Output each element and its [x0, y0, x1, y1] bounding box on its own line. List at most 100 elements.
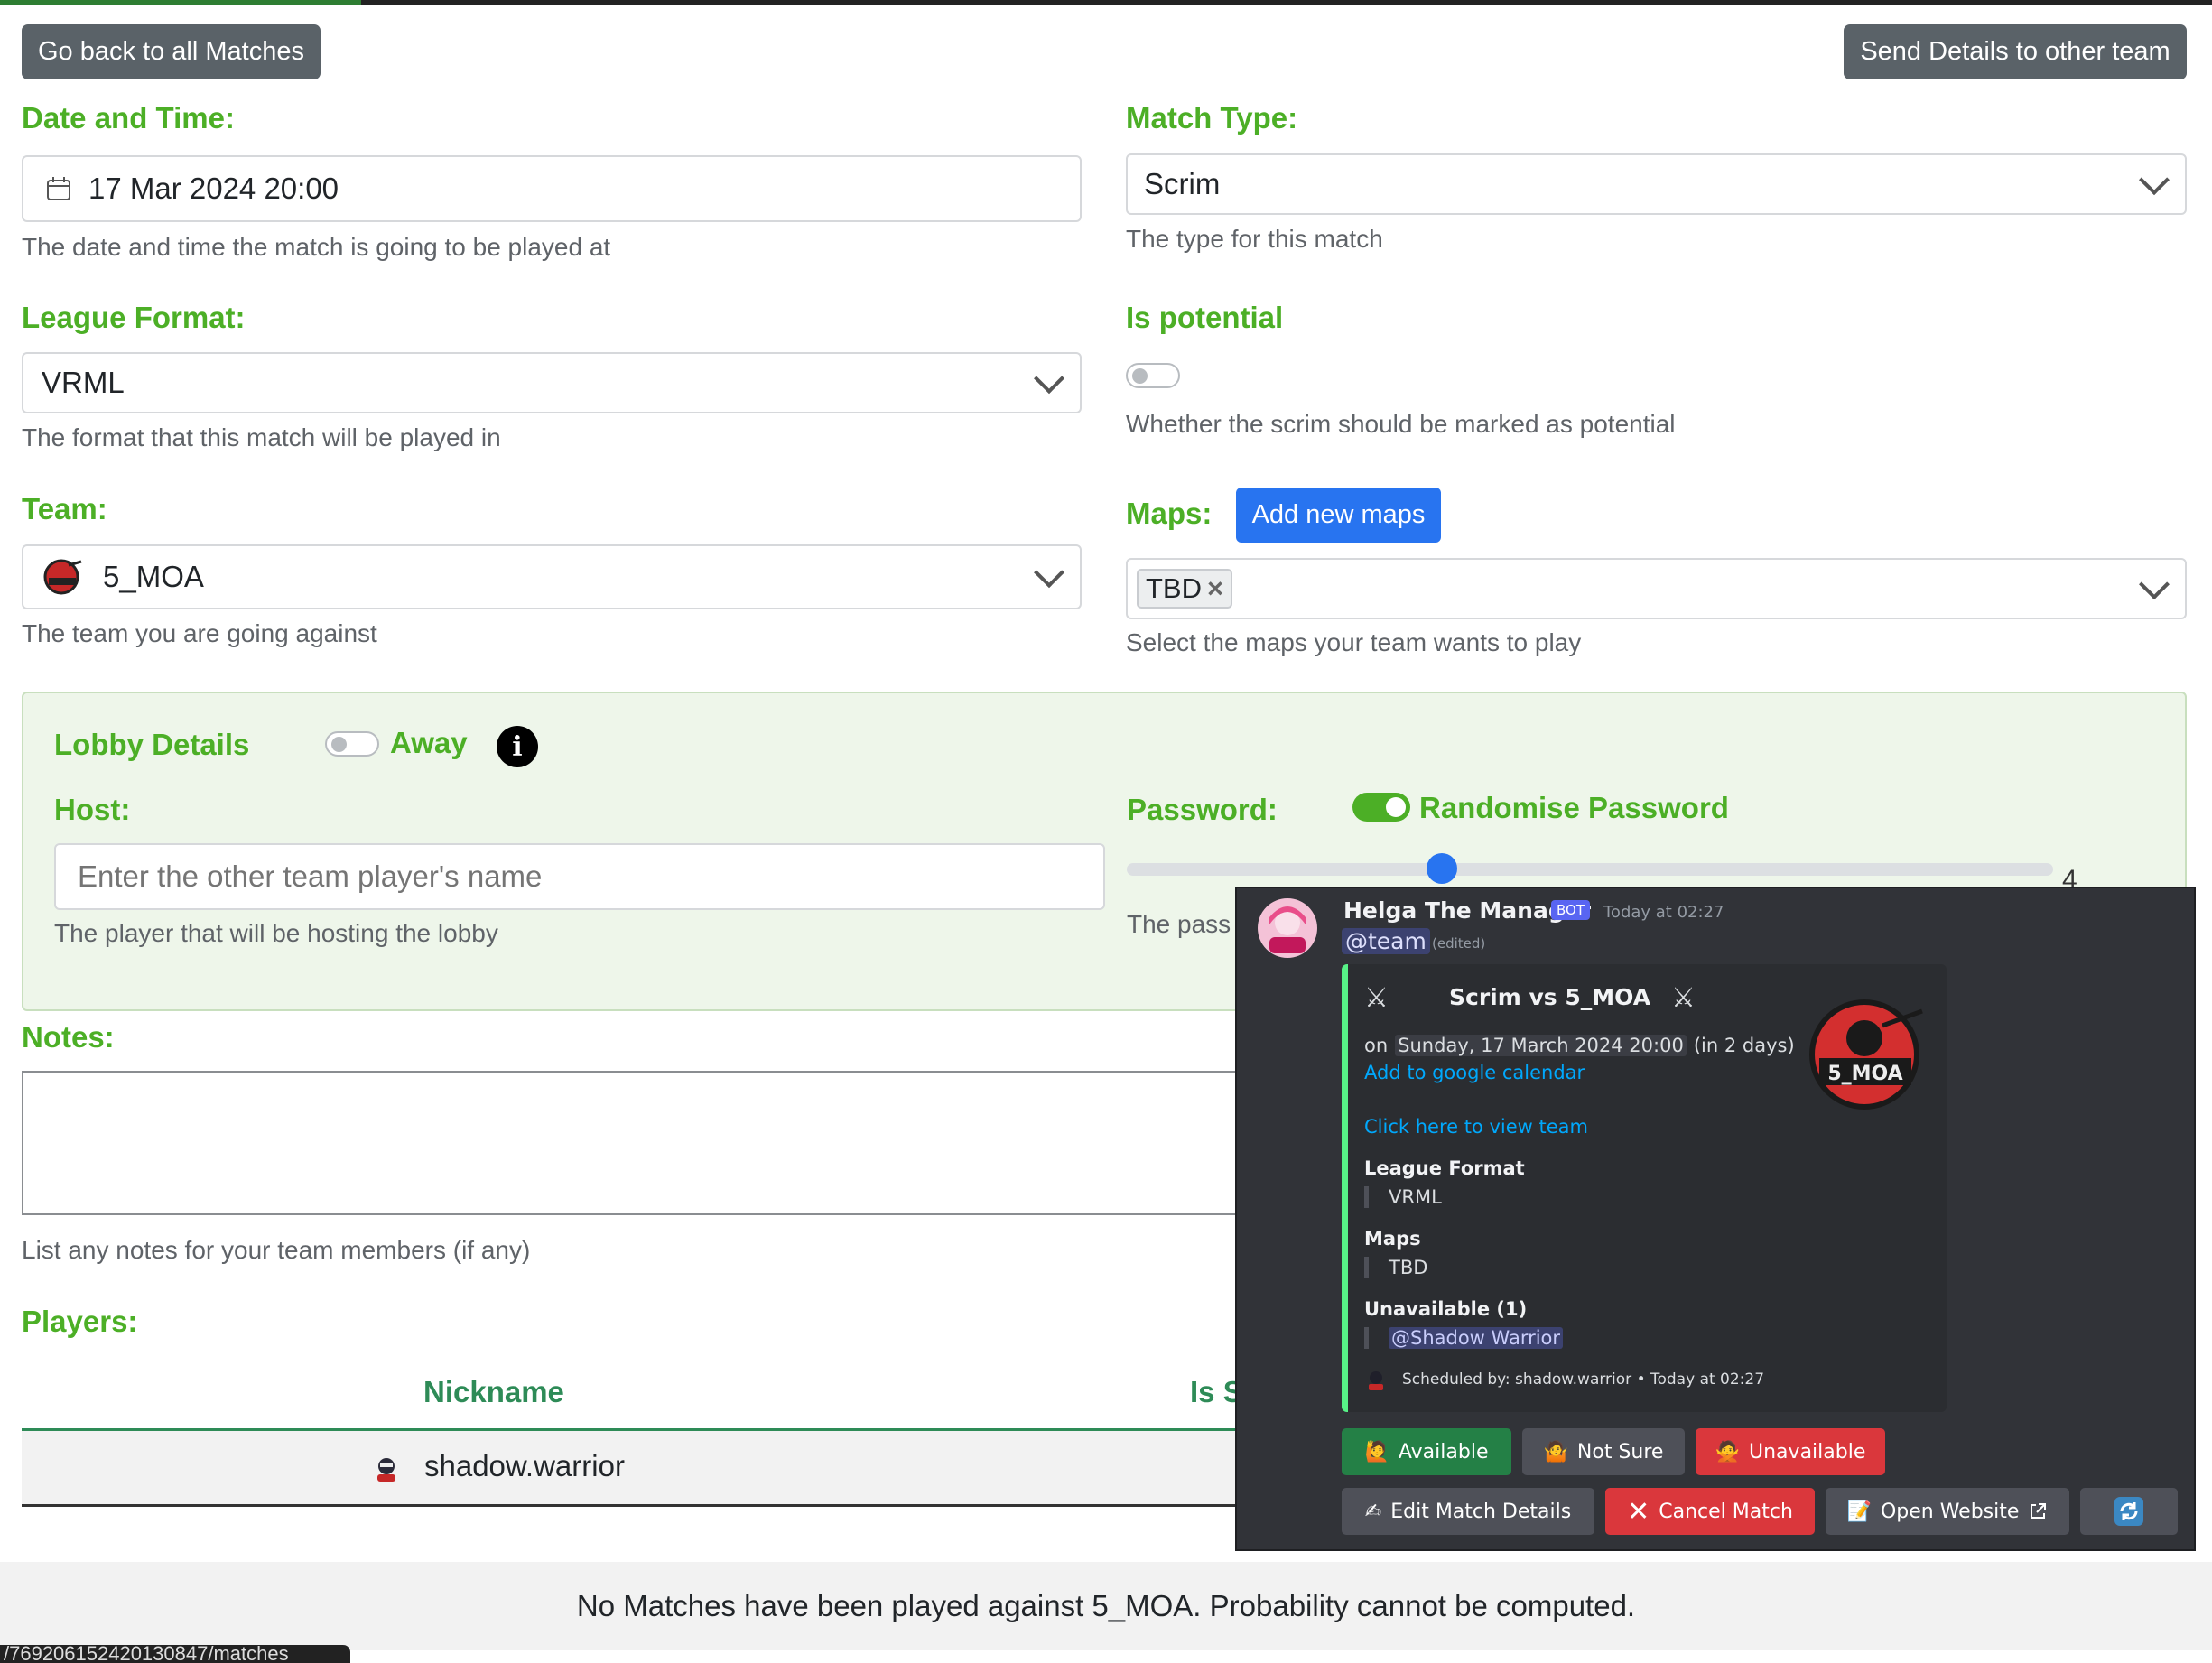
league-format-select[interactable]: VRML: [22, 352, 1082, 413]
team-thumbnail-logo: 5_MOA: [1809, 999, 1923, 1110]
match-type-value: Scrim: [1144, 167, 1221, 200]
view-team-link[interactable]: Click here to view team: [1364, 1116, 1588, 1138]
player-avatar-icon: [377, 1458, 395, 1482]
team-select[interactable]: 5_MOA: [22, 544, 1082, 609]
league-format-value: VRML: [42, 366, 125, 399]
edit-match-details-button[interactable]: ✍ Edit Match Details: [1342, 1488, 1594, 1535]
embed-date: Sunday, 17 March 2024 20:00: [1395, 1035, 1687, 1056]
not-sure-button[interactable]: 🤷 Not Sure: [1522, 1428, 1685, 1475]
edited-label: (edited): [1432, 935, 1486, 952]
randomise-password-toggle[interactable]: [1352, 793, 1410, 822]
remove-tag-icon[interactable]: ×: [1207, 572, 1223, 605]
maps-help: Select the maps your team wants to play: [1126, 628, 1582, 656]
maps-select[interactable]: TBD ×: [1126, 558, 2187, 619]
embed-relative-date: (in 2 days): [1693, 1035, 1795, 1056]
message-timestamp: Today at 02:27: [1603, 903, 1724, 922]
maps-field-label: Maps: [1364, 1228, 1421, 1250]
chevron-down-icon: [2139, 164, 2170, 196]
team-help: The team you are going against: [22, 619, 377, 647]
open-website-label: Open Website: [1880, 1500, 2020, 1523]
match-type-label: Match Type:: [1126, 101, 1298, 135]
slider-thumb[interactable]: [1426, 853, 1457, 884]
match-type-select[interactable]: Scrim: [1126, 153, 2187, 215]
calendar-icon: [47, 177, 70, 200]
top-progress-accent: [0, 0, 361, 5]
emoji-person-icon: 🙋: [1364, 1440, 1389, 1463]
refresh-icon: [2114, 1497, 2143, 1526]
available-button[interactable]: 🙋 Available: [1342, 1428, 1511, 1475]
nickname-column-header: Nickname: [423, 1375, 564, 1408]
add-new-maps-button[interactable]: Add new maps: [1236, 488, 1441, 543]
maps-field-value: TBD: [1364, 1257, 1427, 1278]
league-format-label: League Format:: [22, 301, 246, 334]
is-potential-help: Whether the scrim should be marked as po…: [1126, 410, 1676, 438]
embed-title: Scrim vs 5_MOA: [1449, 984, 1651, 1010]
map-tag-label: TBD: [1146, 572, 1202, 604]
top-progress-bar: [0, 0, 2212, 5]
date-time-label: Date and Time:: [22, 101, 235, 135]
not-sure-button-label: Not Sure: [1576, 1440, 1664, 1463]
is-potential-toggle[interactable]: [1126, 363, 1180, 388]
memo-icon: 📝: [1846, 1500, 1872, 1523]
password-help: The pass: [1127, 910, 1231, 938]
player-nickname: shadow.warrior: [424, 1449, 625, 1482]
google-calendar-link[interactable]: Add to google calendar: [1364, 1062, 1585, 1083]
team-mention[interactable]: @team: [1342, 928, 1430, 954]
crossed-swords-icon: ⚔: [1671, 982, 1696, 1014]
chevron-down-icon: [2139, 569, 2170, 600]
bot-avatar-icon: [1258, 898, 1317, 958]
host-help: The player that will be hosting the lobb…: [54, 919, 498, 947]
team-logo-icon: [43, 559, 82, 595]
cancel-match-label: Cancel Match: [1659, 1500, 1793, 1523]
unavailable-button[interactable]: 🙅 Unavailable: [1696, 1428, 1885, 1475]
cancel-match-button[interactable]: ✕ Cancel Match: [1605, 1488, 1815, 1535]
unavailable-button-label: Unavailable: [1749, 1440, 1866, 1463]
host-label: Host:: [54, 793, 131, 826]
password-label: Password:: [1127, 793, 1278, 826]
chevron-down-icon: [1034, 557, 1064, 589]
discord-message-preview: Helga The Manager BOT Today at 02:27 @te…: [1235, 887, 2196, 1551]
team-label: Team:: [22, 492, 107, 525]
send-details-button[interactable]: Send Details to other team: [1844, 24, 2187, 79]
embed-date-line: on Sunday, 17 March 2024 20:00 (in 2 day…: [1364, 1035, 1795, 1056]
close-icon: ✕: [1627, 1495, 1650, 1528]
info-icon[interactable]: i: [497, 726, 538, 767]
is-potential-label: Is potential: [1126, 301, 1284, 334]
lobby-details-title: Lobby Details: [54, 728, 250, 761]
status-url-bar: /769206152420130847/matches: [0, 1645, 350, 1663]
bot-badge: BOT: [1551, 900, 1590, 920]
team-value: 5_MOA: [103, 560, 204, 593]
date-time-input[interactable]: 17 Mar 2024 20:00: [22, 155, 1082, 222]
away-toggle[interactable]: [325, 731, 379, 757]
emoji-shrug-icon: 🤷: [1543, 1440, 1568, 1463]
map-tag: TBD ×: [1137, 569, 1233, 609]
open-website-button[interactable]: 📝 Open Website: [1826, 1488, 2069, 1535]
scheduler-avatar-icon: [1369, 1371, 1383, 1390]
date-time-value: 17 Mar 2024 20:00: [88, 172, 339, 205]
date-time-help: The date and time the match is going to …: [22, 233, 611, 261]
unavailable-field-value: @Shadow Warrior: [1364, 1327, 1564, 1349]
notes-help: List any notes for your team members (if…: [22, 1236, 531, 1264]
notes-label: Notes:: [22, 1020, 115, 1054]
external-link-icon: [2031, 1503, 2047, 1519]
edit-match-details-label: Edit Match Details: [1390, 1500, 1572, 1523]
maps-label: Maps:: [1126, 497, 1213, 530]
match-type-help: The type for this match: [1126, 225, 1383, 253]
players-label: Players:: [22, 1305, 138, 1338]
team-logo-text: 5_MOA: [1827, 1063, 1902, 1085]
unavailable-user-mention[interactable]: @Shadow Warrior: [1389, 1327, 1564, 1349]
host-input[interactable]: [54, 843, 1105, 910]
back-to-matches-button[interactable]: Go back to all Matches: [22, 24, 321, 79]
password-length-slider[interactable]: [1127, 853, 2053, 884]
unavailable-field-label: Unavailable (1): [1364, 1298, 1528, 1320]
league-format-help: The format that this match will be playe…: [22, 423, 501, 451]
match-embed: ⚔ Scrim vs 5_MOA ⚔ on Sunday, 17 March 2…: [1342, 964, 1947, 1412]
league-format-field-label: League Format: [1364, 1157, 1525, 1179]
writing-hand-icon: ✍: [1364, 1500, 1382, 1523]
date-prefix: on: [1364, 1035, 1389, 1056]
emoji-no-icon: 🙅: [1715, 1440, 1741, 1463]
refresh-button[interactable]: [2080, 1488, 2178, 1535]
league-format-field-value: VRML: [1364, 1186, 1442, 1208]
chevron-down-icon: [1034, 363, 1064, 395]
probability-message: No Matches have been played against 5_MO…: [0, 1562, 2212, 1650]
